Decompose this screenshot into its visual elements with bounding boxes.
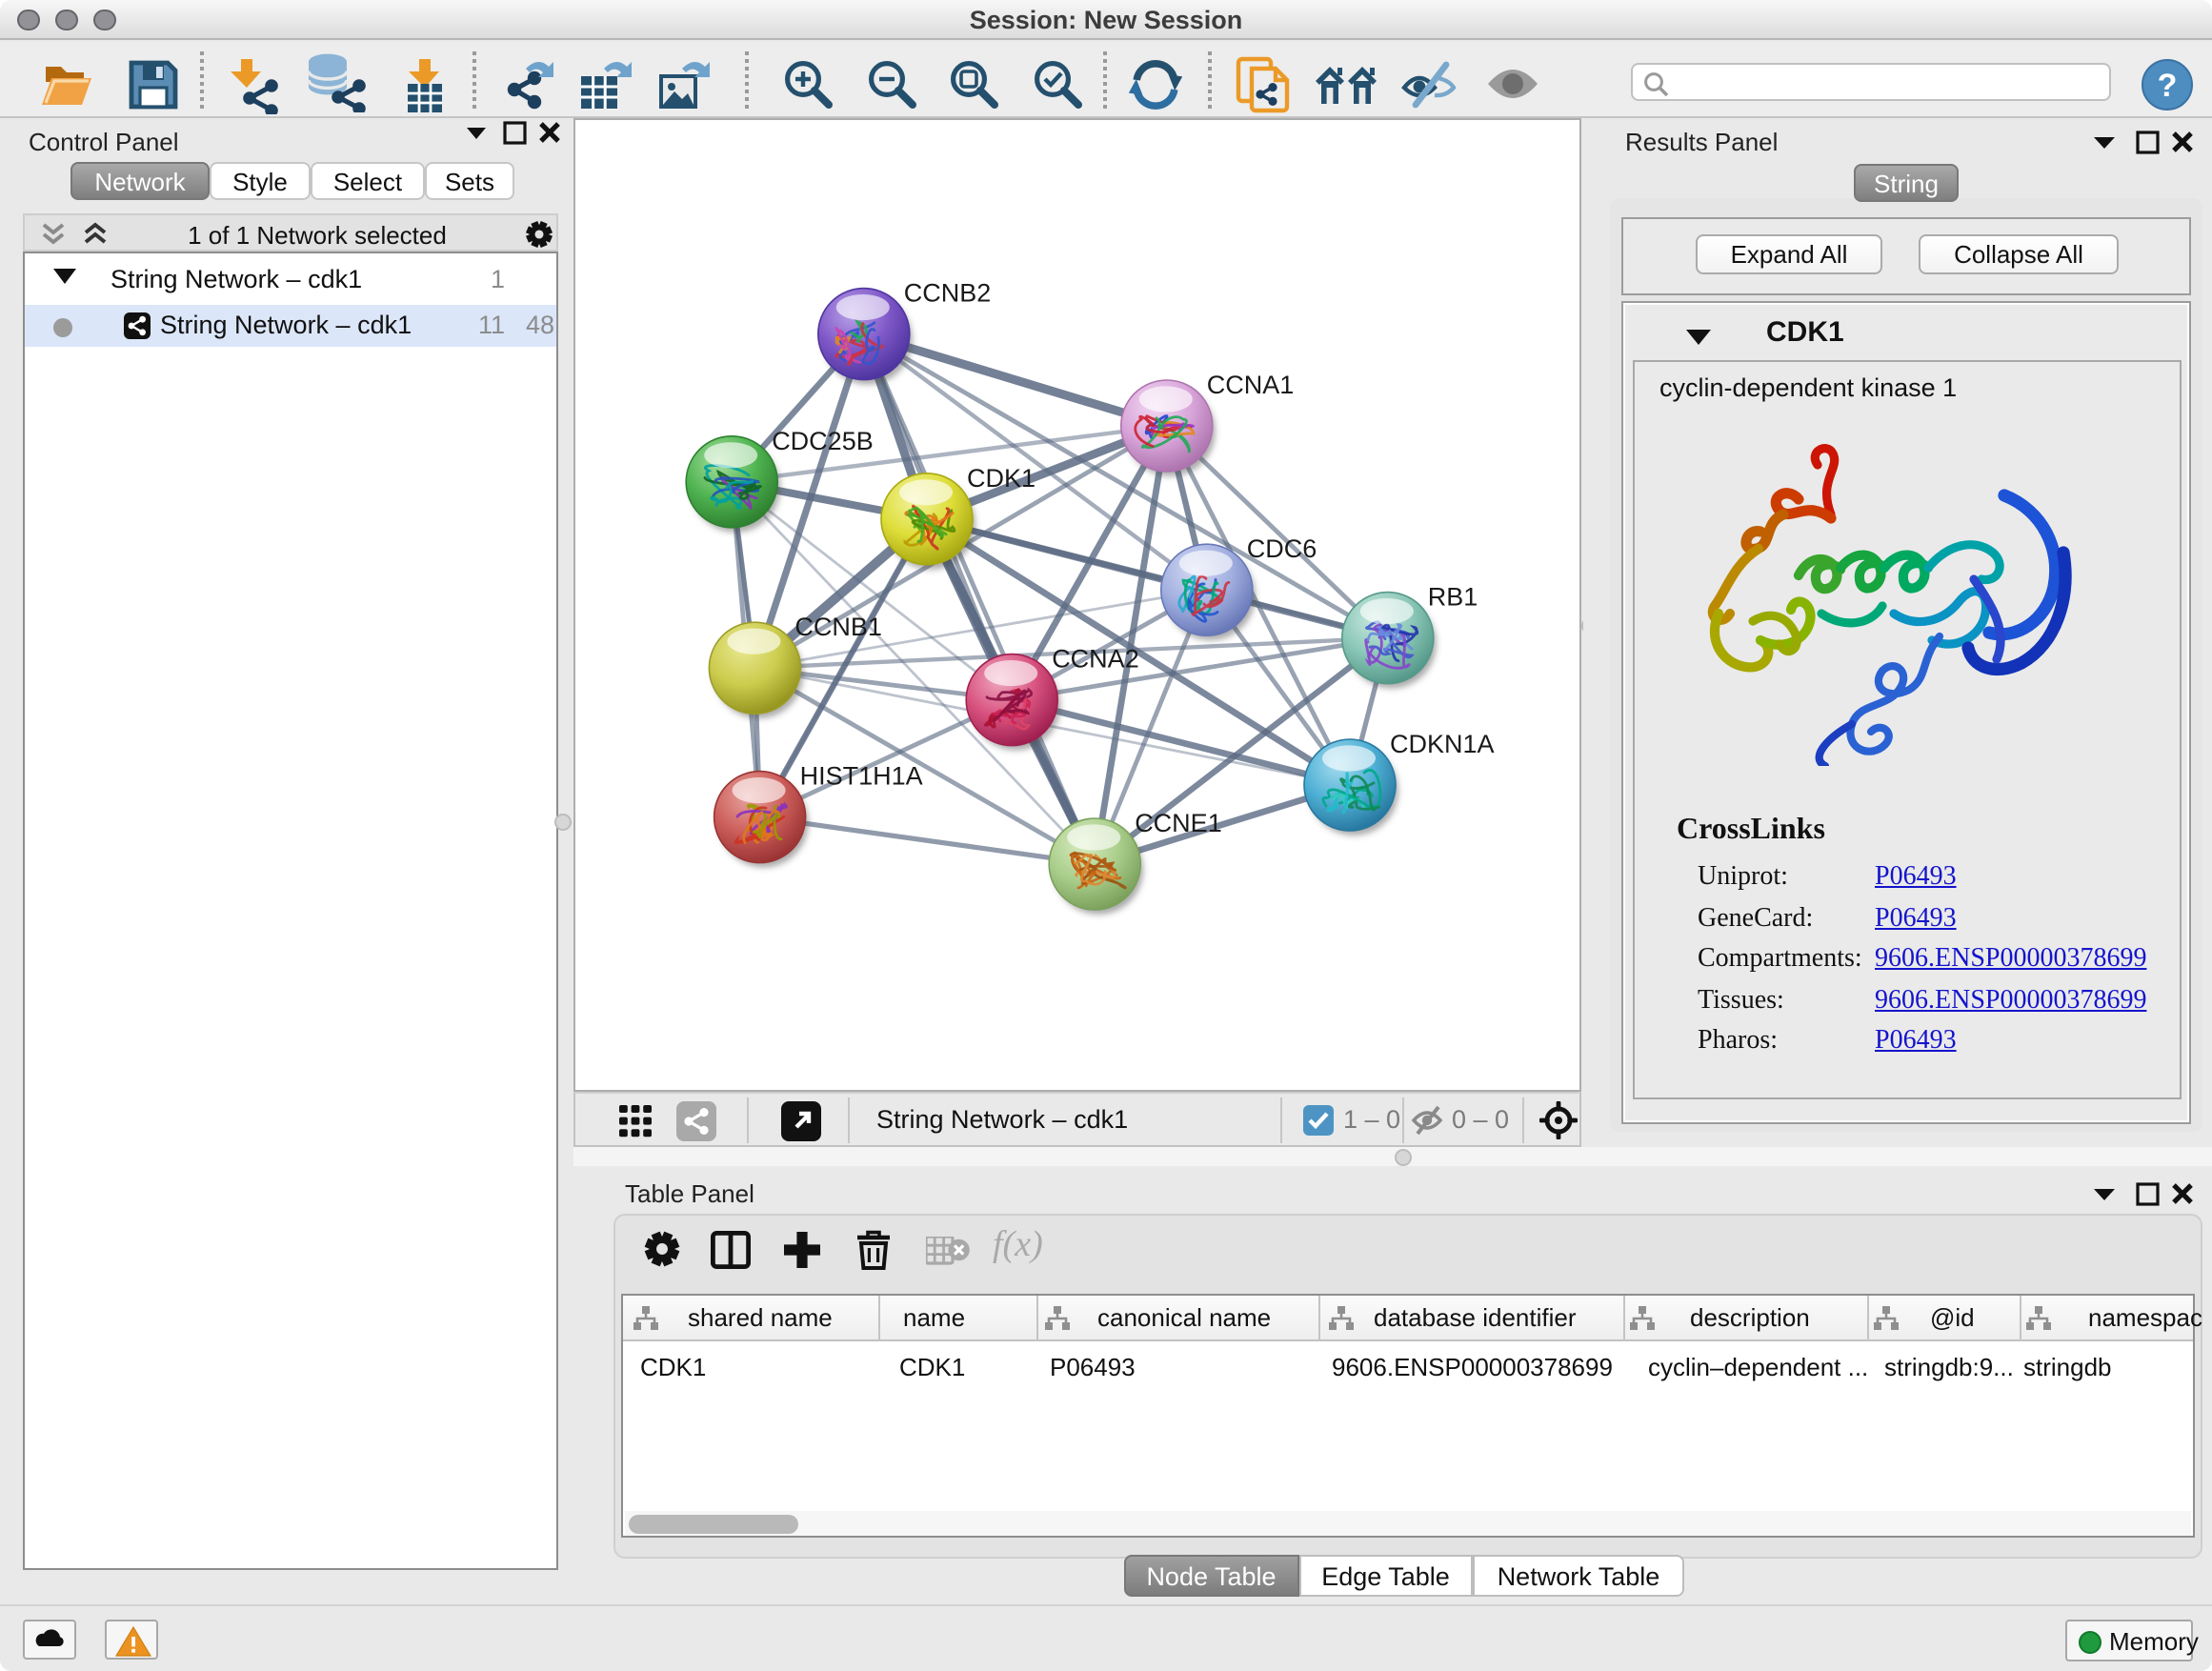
svg-text:CDC25B: CDC25B <box>772 427 874 455</box>
svg-text:RB1: RB1 <box>1428 583 1478 612</box>
svg-text:CCNE1: CCNE1 <box>1135 809 1222 837</box>
svg-text:CCNA2: CCNA2 <box>1052 645 1139 674</box>
svg-text:?: ? <box>2158 67 2178 103</box>
svg-text:HIST1H1A: HIST1H1A <box>800 762 923 791</box>
svg-text:CDC6: CDC6 <box>1247 534 1317 563</box>
svg-text:CCNB1: CCNB1 <box>794 613 882 641</box>
svg-text:CCNA1: CCNA1 <box>1207 371 1295 399</box>
svg-text:CDK1: CDK1 <box>967 464 1036 493</box>
svg-text:CDKN1A: CDKN1A <box>1390 730 1495 758</box>
svg-text:CCNB2: CCNB2 <box>904 279 992 308</box>
